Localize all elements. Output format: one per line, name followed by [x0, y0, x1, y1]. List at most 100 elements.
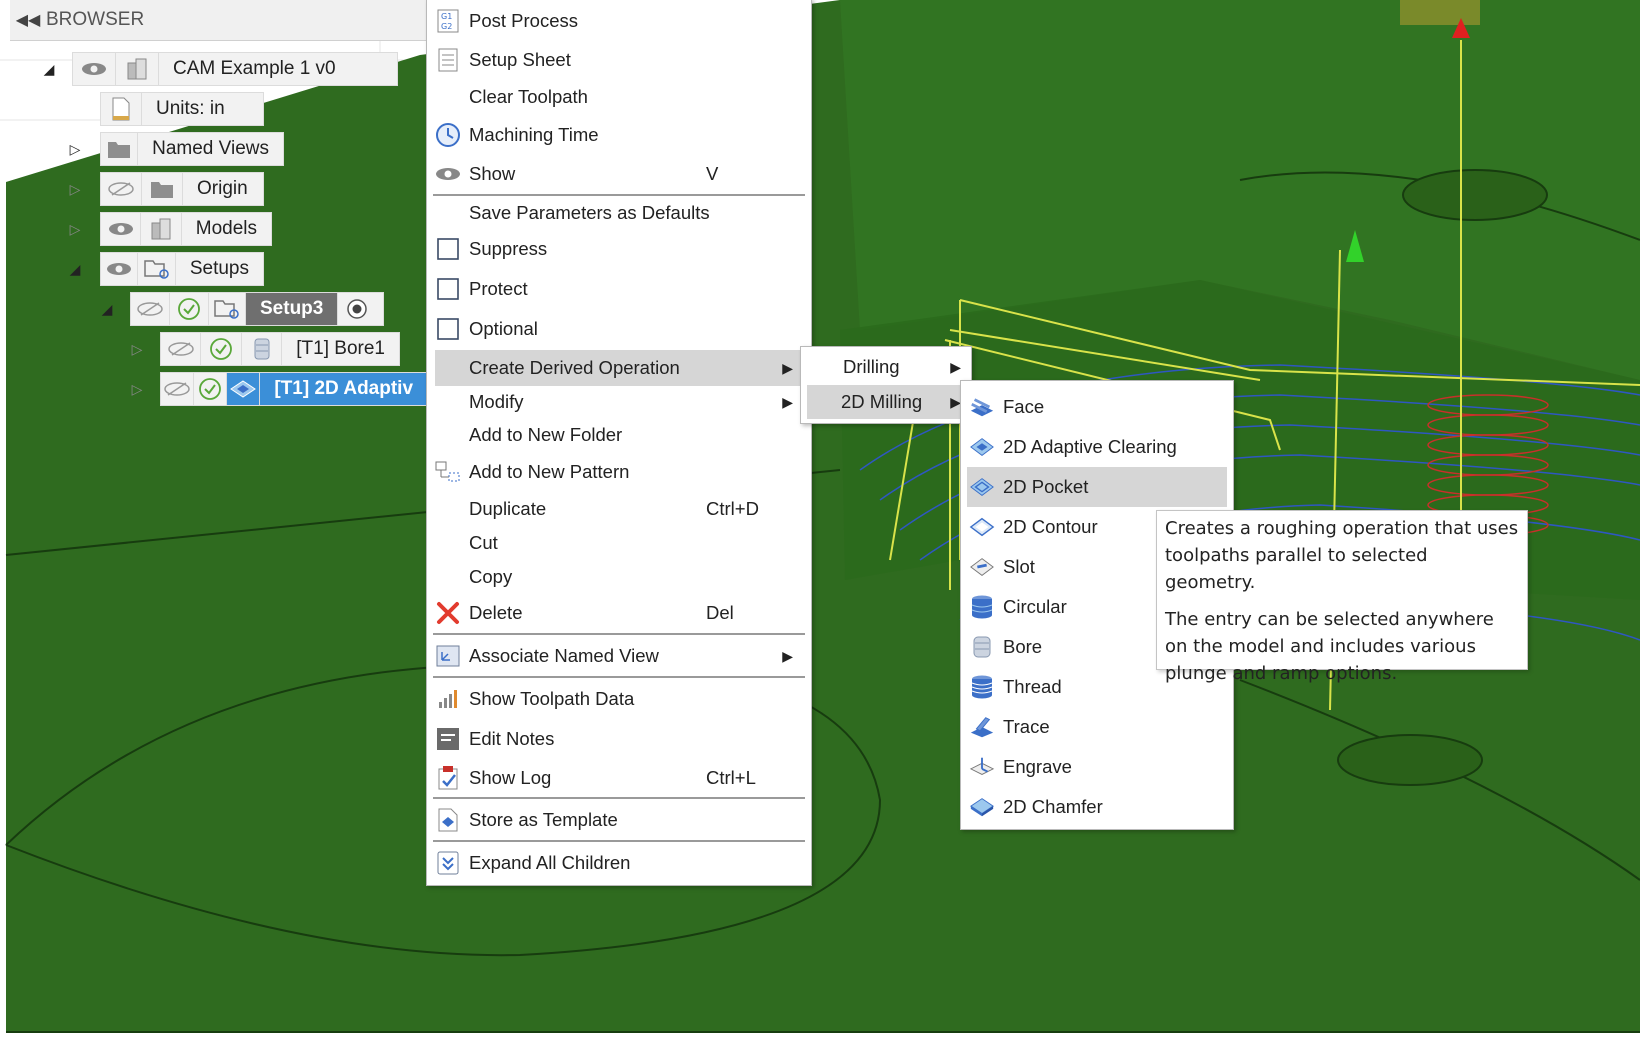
submenu-item-2d-milling[interactable]: 2D Milling ▶ — [807, 385, 965, 419]
menu-item-label: Show — [469, 163, 516, 184]
menu-item-create-derived-operation[interactable]: Create Derived Operation ▶ — [435, 350, 803, 386]
collapsed-triangle-icon[interactable]: ▷ — [66, 221, 84, 238]
menu-item-copy[interactable]: Copy — [427, 560, 811, 594]
menu-item-modify[interactable]: Modify ▶ — [427, 386, 811, 418]
submenu-item-2d-pocket[interactable]: 2D Pocket — [967, 467, 1227, 507]
eye-icon[interactable] — [73, 53, 116, 85]
post-process-icon: G1 G2 — [435, 8, 461, 34]
checkbox-icon[interactable] — [435, 236, 461, 262]
folder-icon — [142, 173, 183, 205]
submenu-item-2d-adaptive-clearing[interactable]: 2D Adaptive Clearing — [961, 427, 1233, 467]
menu-separator — [433, 194, 805, 196]
menu-item-add-to-new-pattern[interactable]: Add to New Pattern — [427, 452, 811, 492]
menu-item-setup-sheet[interactable]: Setup Sheet — [427, 41, 811, 79]
clock-icon — [435, 122, 461, 148]
expanded-triangle-icon[interactable]: ◢ — [40, 61, 58, 78]
log-icon — [435, 765, 461, 791]
menu-item-save-parameters[interactable]: Save Parameters as Defaults — [427, 197, 811, 229]
eye-hidden-icon[interactable] — [161, 333, 202, 365]
checkbox-icon[interactable] — [435, 316, 461, 342]
setup-icon — [209, 293, 246, 325]
template-icon — [435, 807, 461, 833]
menu-item-label: Store as Template — [469, 809, 618, 830]
menu-item-delete[interactable]: Delete Del — [427, 594, 811, 632]
expand-icon — [435, 850, 461, 876]
slot-icon — [969, 554, 995, 580]
collapsed-triangle-icon[interactable]: ▷ — [128, 341, 146, 358]
setup-sheet-icon — [435, 47, 461, 73]
tooltip-paragraph: Creates a roughing operation that uses t… — [1165, 518, 1519, 593]
menu-item-duplicate[interactable]: Duplicate Ctrl+D — [427, 492, 811, 526]
menu-item-add-to-new-folder[interactable]: Add to New Folder — [427, 418, 811, 452]
menu-item-cut[interactable]: Cut — [427, 526, 811, 560]
eye-icon[interactable] — [101, 213, 142, 245]
menu-item-label: Add to New Folder — [469, 424, 623, 445]
menu-item-label: Thread — [1003, 676, 1062, 697]
menu-separator — [433, 840, 805, 842]
eye-hidden-icon[interactable] — [131, 293, 170, 325]
menu-item-show-toolpath-data[interactable]: Show Toolpath Data — [427, 679, 811, 719]
menu-item-label: Delete — [469, 602, 523, 623]
menu-item-label: Drilling — [843, 356, 900, 377]
submenu-arrow-icon: ▶ — [782, 359, 793, 376]
menu-item-label: Engrave — [1003, 756, 1072, 777]
collapse-panel-icon[interactable]: ◀◀ — [10, 10, 46, 30]
menu-item-associate-named-view[interactable]: Associate Named View ▶ — [427, 636, 811, 676]
submenu-item-face[interactable]: Face — [961, 387, 1233, 427]
checkbox-icon[interactable] — [435, 276, 461, 302]
menu-item-show[interactable]: Show V — [427, 155, 811, 193]
eye-hidden-icon[interactable] — [101, 173, 142, 205]
collapsed-triangle-icon[interactable]: ▷ — [66, 181, 84, 198]
collapsed-triangle-icon[interactable]: ▷ — [128, 381, 146, 398]
face-icon — [969, 394, 995, 420]
menu-item-label: Face — [1003, 396, 1045, 417]
tree-label: Origin — [197, 178, 248, 199]
menu-item-expand-all-children[interactable]: Expand All Children — [427, 843, 811, 883]
tree-node-units[interactable]: Units: in — [100, 92, 264, 126]
menu-item-label: Setup Sheet — [469, 49, 571, 70]
menu-item-shortcut: Ctrl+D — [706, 498, 759, 519]
submenu-item-trace[interactable]: Trace — [961, 707, 1233, 747]
active-setup-radio-icon[interactable] — [337, 293, 376, 325]
svg-text:G1: G1 — [441, 12, 452, 21]
valid-check-icon — [194, 373, 228, 405]
menu-item-shortcut: V — [706, 163, 719, 184]
expanded-triangle-icon[interactable]: ◢ — [98, 301, 116, 318]
menu-item-protect[interactable]: Protect — [427, 269, 811, 309]
submenu-arrow-icon: ▶ — [950, 358, 961, 375]
menu-separator — [433, 797, 805, 799]
menu-item-shortcut: Del — [706, 602, 734, 623]
submenu-item-2d-chamfer[interactable]: 2D Chamfer — [961, 787, 1233, 827]
eye-icon[interactable] — [101, 253, 139, 285]
pocket-icon — [969, 474, 995, 500]
menu-item-optional[interactable]: Optional — [427, 309, 811, 349]
menu-item-label: Create Derived Operation — [469, 357, 680, 378]
named-view-icon — [435, 643, 461, 669]
eye-icon — [435, 161, 461, 187]
menu-item-label: Clear Toolpath — [469, 86, 588, 107]
contour-icon — [969, 514, 995, 540]
submenu-arrow-icon: ▶ — [782, 393, 793, 410]
browser-title: BROWSER — [46, 9, 145, 30]
menu-item-label: Associate Named View — [469, 645, 659, 666]
eye-hidden-icon[interactable] — [161, 373, 195, 405]
menu-item-label: Slot — [1003, 556, 1035, 577]
expanded-triangle-icon[interactable]: ◢ — [66, 261, 84, 278]
tree-label: CAM Example 1 v0 — [173, 58, 336, 79]
menu-item-label: Optional — [469, 318, 538, 339]
menu-item-edit-notes[interactable]: Edit Notes — [427, 719, 811, 759]
menu-item-label: Duplicate — [469, 498, 547, 519]
menu-item-clear-toolpath[interactable]: Clear Toolpath — [427, 79, 811, 115]
menu-item-store-as-template[interactable]: Store as Template — [427, 800, 811, 840]
toolpath-data-icon — [435, 686, 461, 712]
collapsed-triangle-icon[interactable]: ▷ — [66, 141, 84, 158]
tree-label: Setups — [189, 258, 249, 279]
menu-item-show-log[interactable]: Show Log Ctrl+L — [427, 759, 811, 797]
menu-item-suppress[interactable]: Suppress — [427, 229, 811, 269]
trace-icon — [969, 714, 995, 740]
submenu-item-drilling[interactable]: Drilling ▶ — [801, 349, 971, 385]
menu-item-machining-time[interactable]: Machining Time — [427, 115, 811, 155]
submenu-item-engrave[interactable]: Engrave — [961, 747, 1233, 787]
menu-item-post-process[interactable]: G1 G2 Post Process — [427, 1, 811, 41]
tree-label: Setup3 — [246, 293, 338, 325]
